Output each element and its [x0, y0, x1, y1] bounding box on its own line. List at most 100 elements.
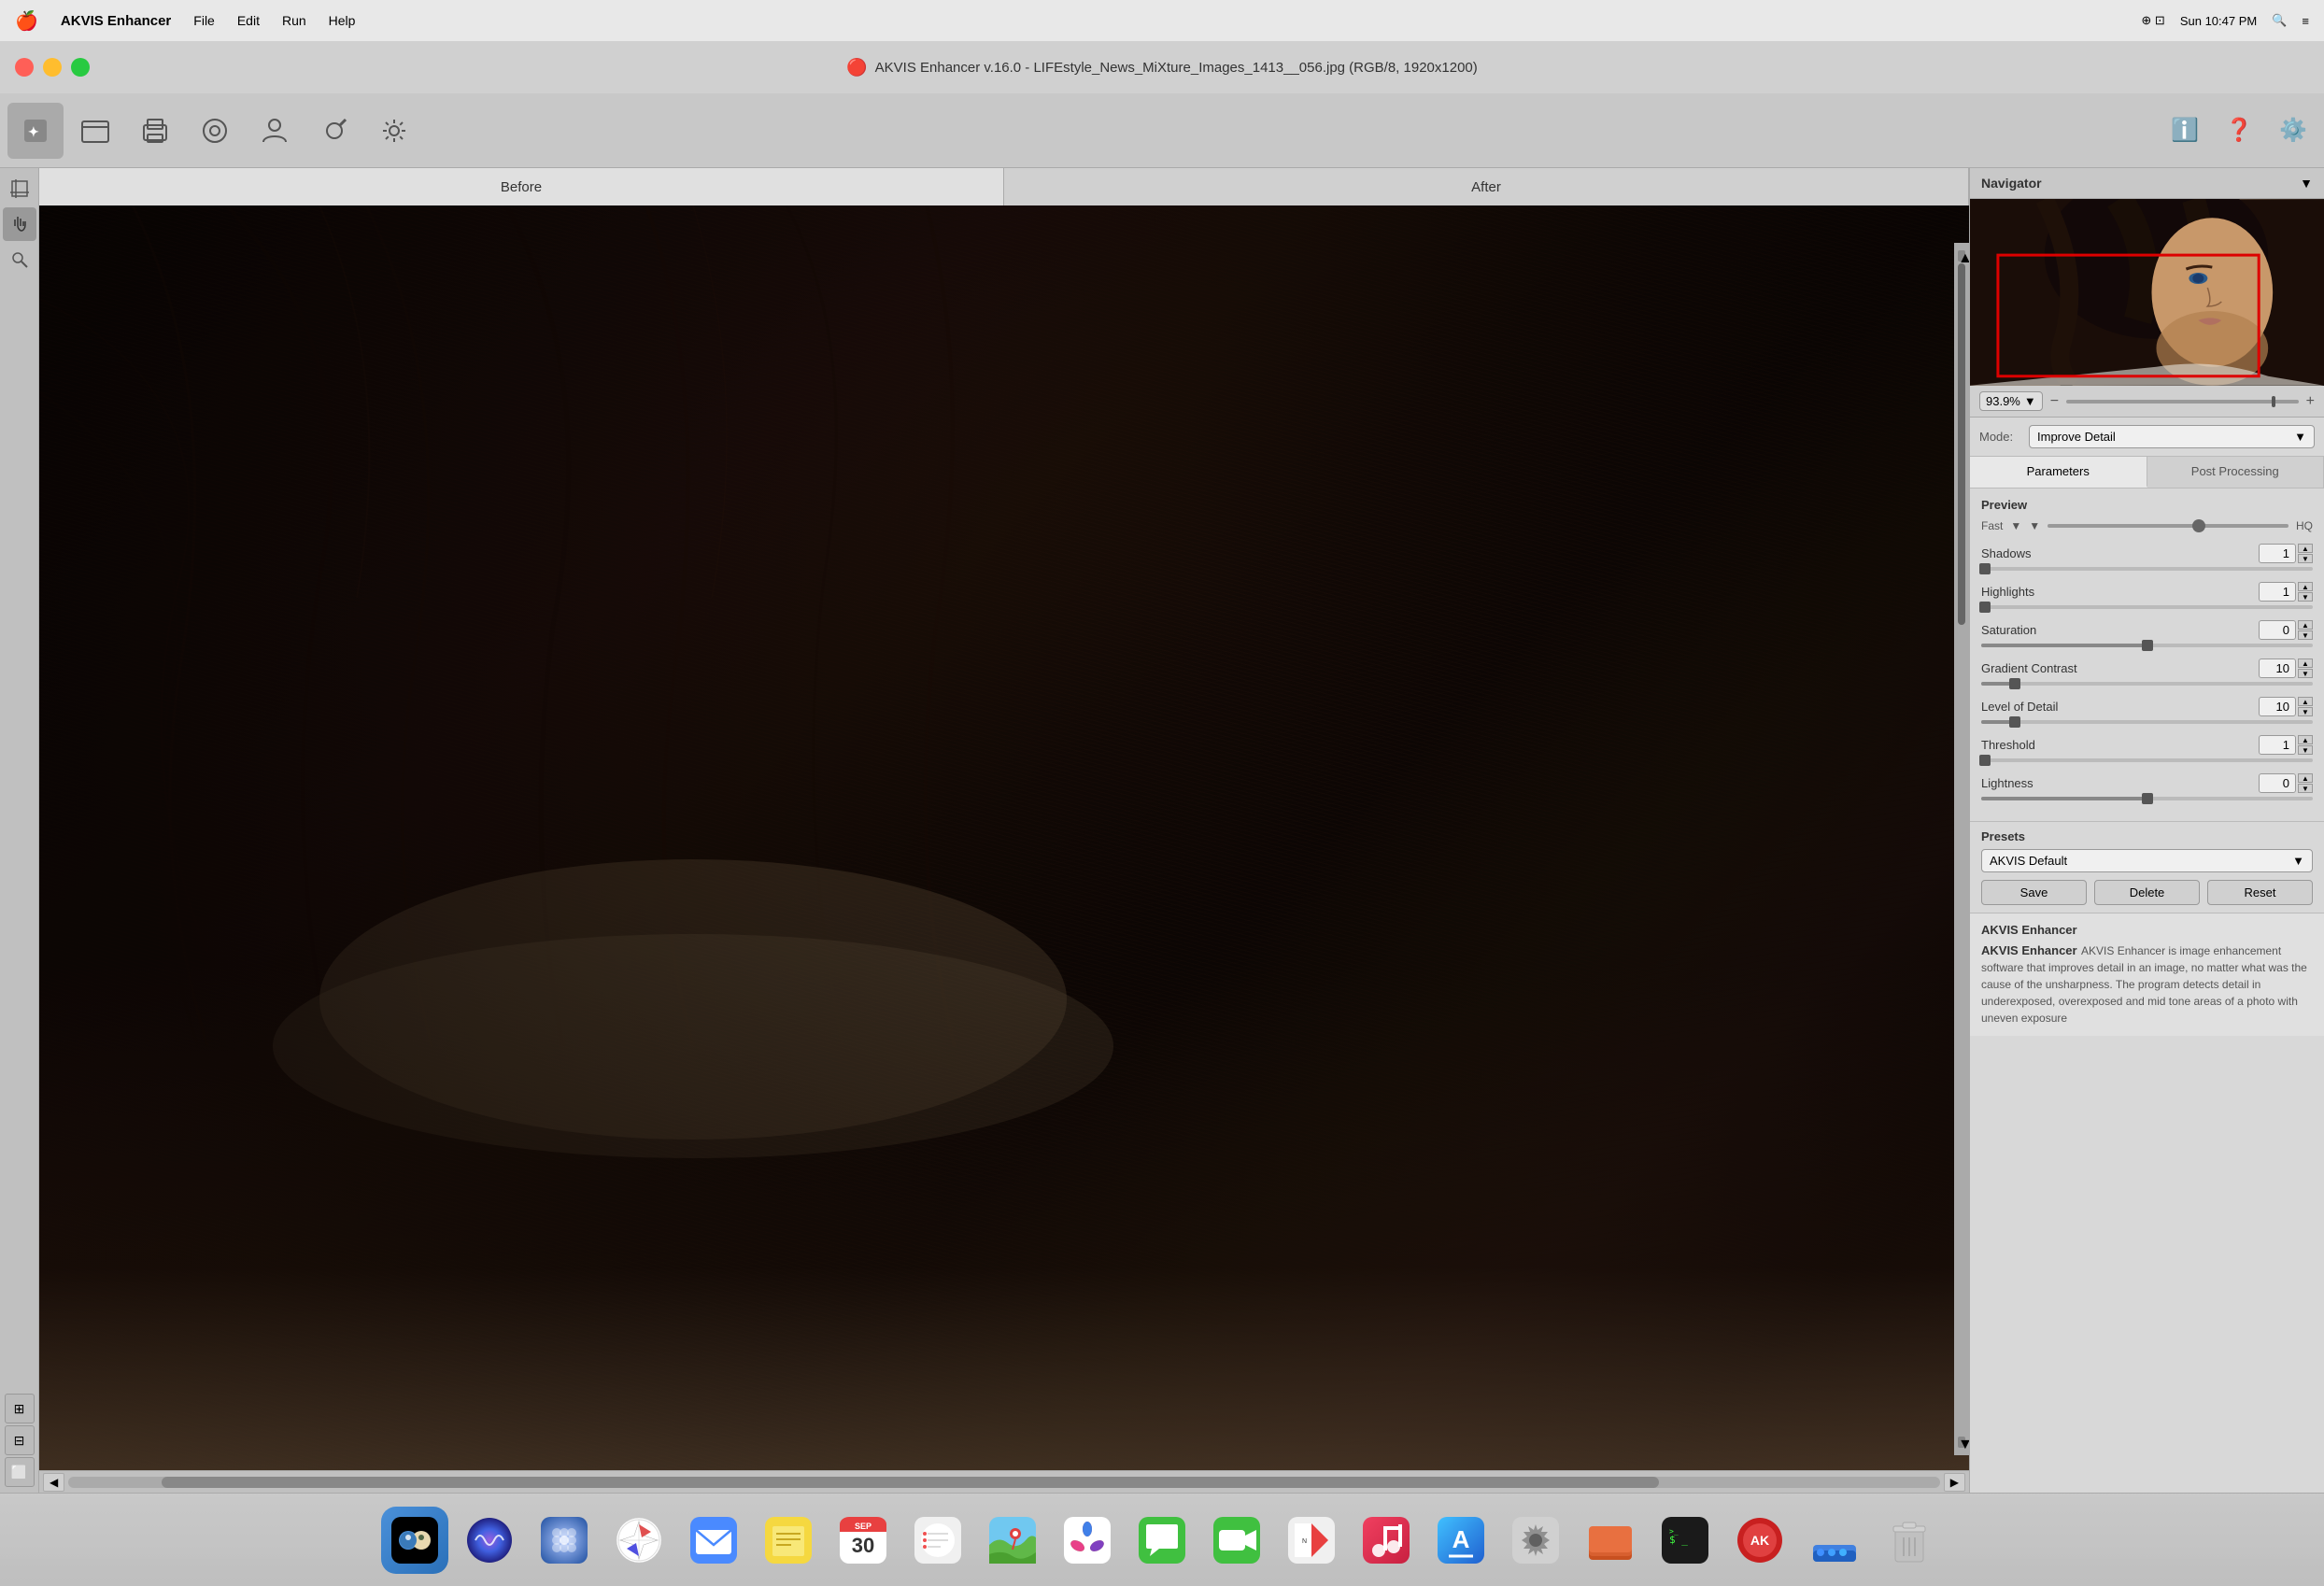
lightness-up[interactable]: ▲ — [2298, 773, 2313, 783]
app-menu-name[interactable]: AKVIS Enhancer — [61, 13, 171, 29]
dock-finder[interactable] — [381, 1507, 448, 1574]
crop-tool[interactable] — [3, 172, 36, 205]
tab-before[interactable]: Before — [39, 168, 1004, 205]
run-menu[interactable]: Run — [282, 13, 306, 28]
scroll-up-arrow[interactable]: ▲ — [1958, 250, 1965, 262]
level-of-detail-down[interactable]: ▼ — [2298, 707, 2313, 716]
tab-after[interactable]: After — [1004, 168, 1969, 205]
toolbar-btn-3[interactable] — [187, 103, 243, 159]
menubar-controls[interactable]: ≡ — [2302, 14, 2309, 28]
minimize-button[interactable] — [43, 58, 62, 77]
dock-maps[interactable] — [979, 1507, 1046, 1574]
zoom-selector[interactable]: 93.9% ▼ — [1979, 391, 2043, 411]
file-menu[interactable]: File — [193, 13, 215, 28]
level-of-detail-track[interactable] — [1981, 720, 2313, 724]
scroll-right-arrow[interactable]: ▶ — [1944, 1473, 1965, 1492]
prefs-button[interactable]: ⚙️ — [2270, 107, 2317, 154]
canvas-viewport[interactable]: ▲ ▼ — [39, 205, 1969, 1470]
nav-btn-1[interactable]: ⊞ — [5, 1394, 35, 1423]
reset-preset-button[interactable]: Reset — [2207, 880, 2313, 905]
saturation-thumb[interactable] — [2142, 640, 2153, 651]
tab-post-processing[interactable]: Post Processing — [2147, 457, 2324, 488]
saturation-up[interactable]: ▲ — [2298, 620, 2313, 630]
gradient-contrast-thumb[interactable] — [2009, 678, 2020, 689]
saturation-value[interactable]: 0 — [2259, 620, 2296, 640]
zoom-thumb[interactable] — [2272, 396, 2275, 407]
maximize-button[interactable] — [71, 58, 90, 77]
delete-preset-button[interactable]: Delete — [2094, 880, 2200, 905]
dock-reminders[interactable] — [904, 1507, 971, 1574]
dock-mail[interactable] — [680, 1507, 747, 1574]
canvas-scrollbar-v[interactable]: ▲ ▼ — [1954, 243, 1969, 1455]
toolbar-btn-1[interactable] — [67, 103, 123, 159]
lightness-thumb[interactable] — [2142, 793, 2153, 804]
saturation-track[interactable] — [1981, 644, 2313, 647]
close-button[interactable] — [15, 58, 34, 77]
nav-btn-3[interactable]: ⬜ — [5, 1457, 35, 1487]
level-of-detail-thumb[interactable] — [2009, 716, 2020, 728]
presets-selector[interactable]: AKVIS Default ▼ — [1981, 849, 2313, 872]
help-menu[interactable]: Help — [329, 13, 356, 28]
shadows-value[interactable]: 1 — [2259, 544, 2296, 563]
toolbar-btn-5[interactable] — [306, 103, 362, 159]
dock-calendar[interactable]: SEP 30 — [829, 1507, 897, 1574]
scroll-left-arrow[interactable]: ◀ — [43, 1473, 64, 1492]
lightness-track[interactable] — [1981, 797, 2313, 800]
scrollbar-v-thumb[interactable] — [1958, 263, 1965, 625]
shadows-up[interactable]: ▲ — [2298, 544, 2313, 553]
preview-slider-thumb[interactable] — [2192, 519, 2205, 532]
toolbar-btn-4[interactable] — [247, 103, 303, 159]
highlights-value[interactable]: 1 — [2259, 582, 2296, 602]
threshold-up[interactable]: ▲ — [2298, 735, 2313, 744]
dock-appstore[interactable]: A — [1427, 1507, 1495, 1574]
dock-filestack[interactable] — [1577, 1507, 1644, 1574]
dock-akvis[interactable]: AK — [1726, 1507, 1793, 1574]
highlights-down[interactable]: ▼ — [2298, 592, 2313, 602]
dock-siri[interactable] — [456, 1507, 523, 1574]
toolbar-btn-6[interactable] — [366, 103, 422, 159]
gradient-contrast-value[interactable]: 10 — [2259, 658, 2296, 678]
zoom-minus-btn[interactable]: − — [2050, 393, 2059, 410]
nav-btn-2[interactable]: ⊟ — [5, 1425, 35, 1455]
level-of-detail-up[interactable]: ▲ — [2298, 697, 2313, 706]
hand-tool[interactable] — [3, 207, 36, 241]
dock-safari[interactable] — [605, 1507, 673, 1574]
scroll-down-arrow[interactable]: ▼ — [1958, 1437, 1965, 1448]
gradient-contrast-down[interactable]: ▼ — [2298, 669, 2313, 678]
lightness-down[interactable]: ▼ — [2298, 784, 2313, 793]
threshold-down[interactable]: ▼ — [2298, 745, 2313, 755]
threshold-value[interactable]: 1 — [2259, 735, 2296, 755]
dock-terminal[interactable]: $ _ >_ — [1651, 1507, 1719, 1574]
dock-notes[interactable] — [755, 1507, 822, 1574]
highlights-up[interactable]: ▲ — [2298, 582, 2313, 591]
dock-photos[interactable] — [1054, 1507, 1121, 1574]
toolbar-btn-0[interactable]: ✦ — [7, 103, 64, 159]
dock-facetime[interactable] — [1203, 1507, 1270, 1574]
shadows-down[interactable]: ▼ — [2298, 554, 2313, 563]
gradient-contrast-up[interactable]: ▲ — [2298, 658, 2313, 668]
dock-trash[interactable] — [1876, 1507, 1943, 1574]
navigator-collapse[interactable]: ▼ — [2300, 176, 2313, 191]
preview-arrow-1[interactable]: ▼ — [2010, 519, 2021, 532]
dock-launchpad[interactable] — [531, 1507, 598, 1574]
highlights-track[interactable] — [1981, 605, 2313, 609]
highlights-thumb[interactable] — [1979, 602, 1991, 613]
dock-downloads[interactable] — [1801, 1507, 1868, 1574]
gradient-contrast-track[interactable] — [1981, 682, 2313, 686]
dock-music[interactable] — [1353, 1507, 1420, 1574]
zoom-plus-btn[interactable]: + — [2306, 393, 2315, 410]
zoom-track[interactable] — [2066, 400, 2299, 404]
shadows-thumb[interactable] — [1979, 563, 1991, 574]
shadows-track[interactable] — [1981, 567, 2313, 571]
h-scrollbar-track[interactable] — [68, 1477, 1940, 1488]
dock-messages[interactable] — [1128, 1507, 1196, 1574]
info-button[interactable]: ℹ️ — [2161, 107, 2208, 154]
h-scrollbar-thumb[interactable] — [162, 1477, 1659, 1488]
edit-menu[interactable]: Edit — [237, 13, 260, 28]
mode-selector[interactable]: Improve Detail ▼ — [2029, 425, 2315, 448]
dock-sysprefs[interactable] — [1502, 1507, 1569, 1574]
menubar-search[interactable]: 🔍 — [2272, 13, 2287, 28]
save-preset-button[interactable]: Save — [1981, 880, 2087, 905]
tab-parameters[interactable]: Parameters — [1970, 457, 2147, 488]
saturation-down[interactable]: ▼ — [2298, 630, 2313, 640]
